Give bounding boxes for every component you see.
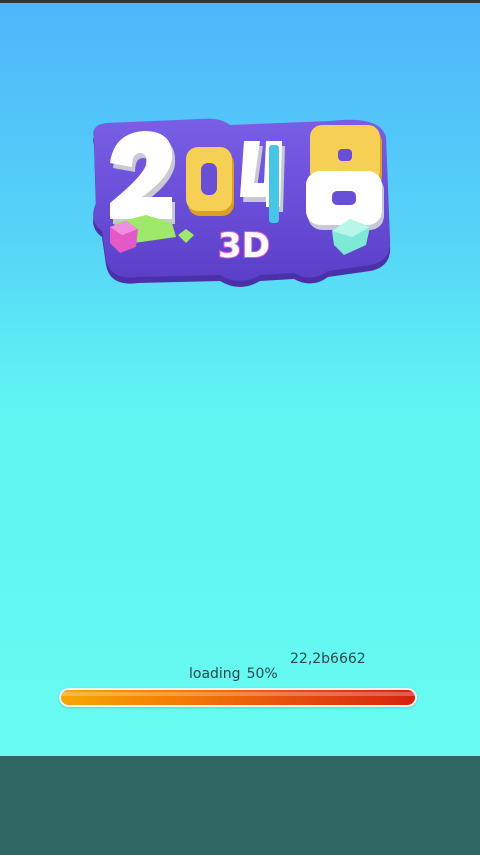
loading-label: loading	[189, 666, 241, 682]
version-label: 22,2b6662	[290, 651, 366, 667]
loading-progress-fill	[61, 690, 415, 705]
game-logo: 2 0 4 8	[93, 118, 391, 287]
loading-scene: 2 0 4 8	[0, 3, 480, 756]
game-screen: 2 0 4 8	[0, 0, 480, 855]
loading-progress-bar	[59, 688, 417, 707]
logo-subtitle: 3D	[218, 226, 270, 266]
loading-percent: 50%	[246, 666, 278, 682]
bottom-bar	[0, 756, 480, 855]
loading-status: loading 50%	[189, 666, 278, 682]
